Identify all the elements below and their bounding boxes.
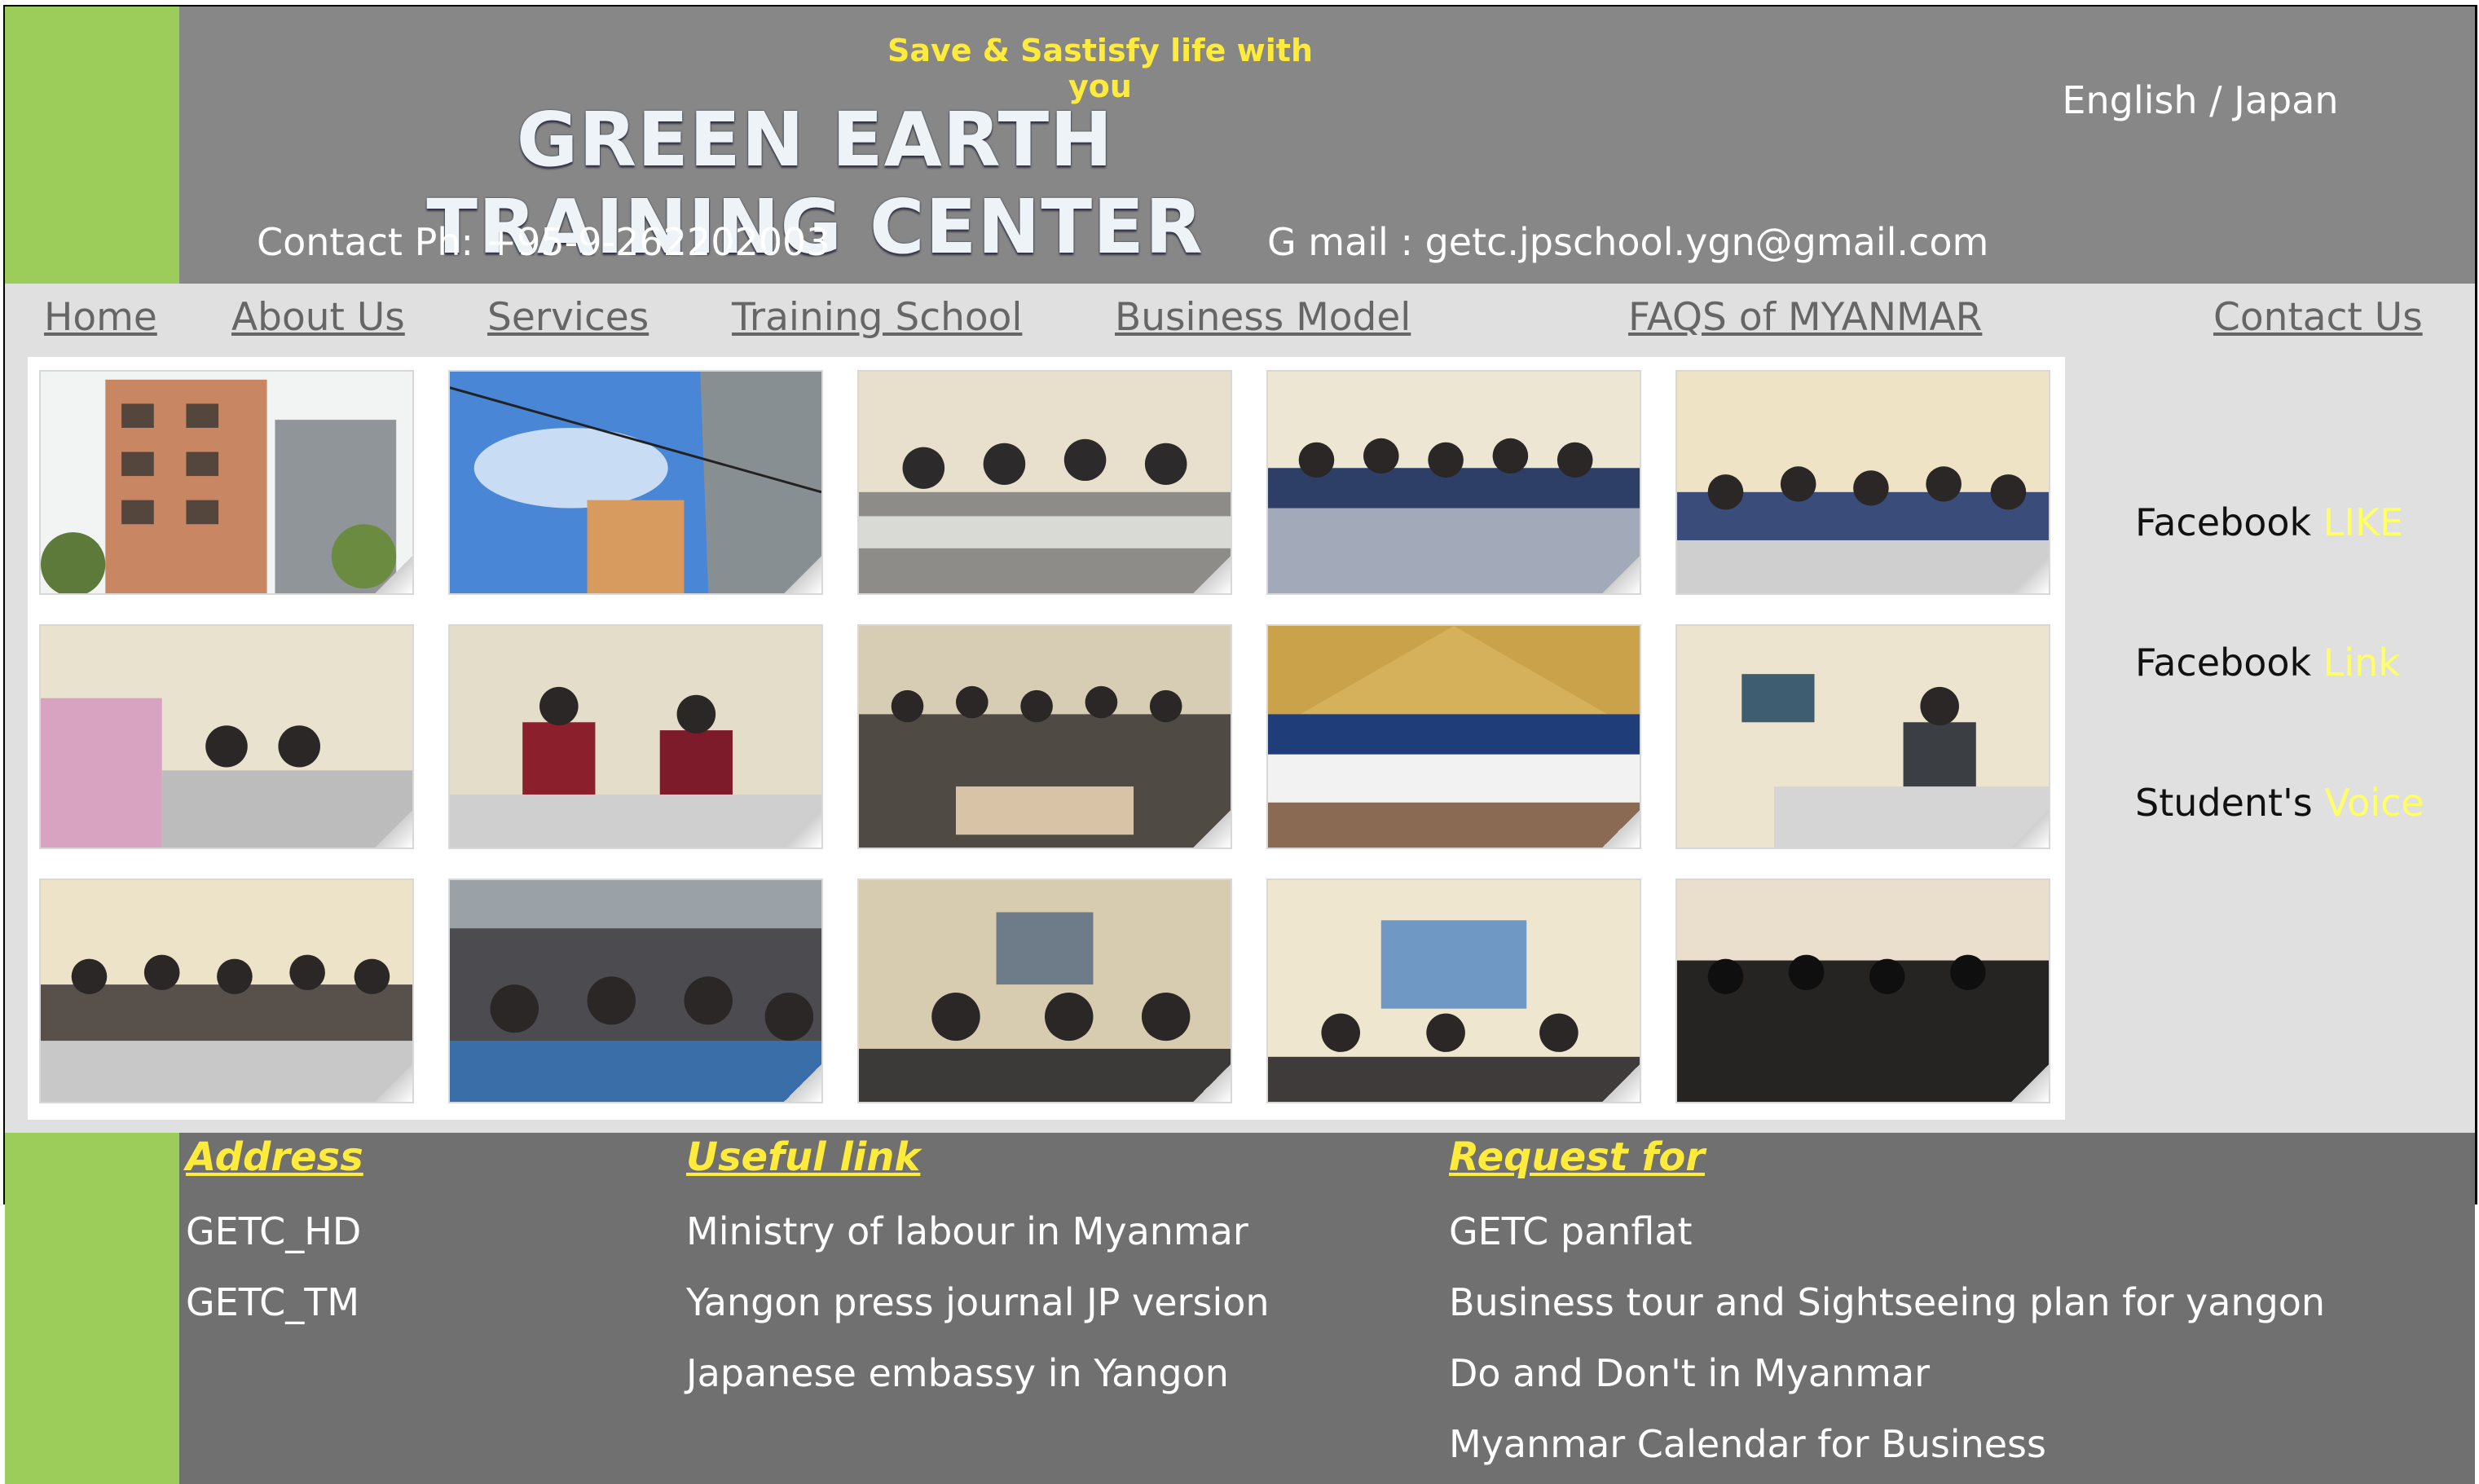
side-link-highlight: Voice bbox=[2324, 781, 2424, 825]
gallery-photo-raised-hands[interactable] bbox=[39, 624, 414, 849]
group-standing-photo bbox=[1268, 372, 1640, 593]
footer-link-do-dont[interactable]: Do and Don't in Myanmar bbox=[1449, 1351, 1930, 1395]
page-curl bbox=[784, 556, 821, 593]
gallery-photo-cheering[interactable] bbox=[857, 624, 1232, 849]
page-curl bbox=[375, 1064, 412, 1102]
footer-link-getc-tm[interactable]: GETC_TM bbox=[186, 1280, 359, 1324]
nav-about-us[interactable]: About Us bbox=[231, 295, 405, 340]
bus-trip-photo bbox=[450, 880, 821, 1102]
contact-phone: Contact Ph: +95-9-262202003 bbox=[257, 220, 830, 264]
gallery-photo-teaching[interactable] bbox=[1675, 624, 2050, 849]
gallery-photo-map-room[interactable] bbox=[1266, 879, 1641, 1103]
side-link-text: Facebook bbox=[2135, 500, 2323, 544]
page-curl bbox=[375, 556, 412, 593]
classroom-photo bbox=[859, 372, 1231, 593]
gallery-photo-classroom-3[interactable] bbox=[39, 879, 414, 1103]
tagline: Save & Sastisfy life with you bbox=[887, 33, 1314, 104]
nav-business-model[interactable]: Business Model bbox=[1115, 295, 1411, 340]
raised-hands-photo bbox=[41, 626, 412, 848]
page-curl bbox=[784, 1064, 821, 1102]
page-curl bbox=[1602, 1064, 1640, 1102]
contact-email: G mail : getc.jpschool.ygn@gmail.com bbox=[1267, 220, 1989, 264]
pagoda-group-photo bbox=[1268, 626, 1640, 848]
footer-link-ministry-labour[interactable]: Ministry of labour in Myanmar bbox=[686, 1209, 1248, 1253]
nav-faqs-myanmar[interactable]: FAQS of MYANMAR bbox=[1628, 295, 1982, 340]
side-link-text: Facebook bbox=[2135, 641, 2323, 685]
footer-link-myanmar-calendar[interactable]: Myanmar Calendar for Business bbox=[1449, 1422, 2046, 1466]
nav-training-school[interactable]: Training School bbox=[732, 295, 1022, 340]
page-curl bbox=[1193, 810, 1231, 848]
footer-link-getc-panflat[interactable]: GETC panflat bbox=[1449, 1209, 1693, 1253]
footer-heading-request-for: Request for bbox=[1449, 1134, 1705, 1180]
lecture-photo bbox=[859, 880, 1231, 1102]
teaching-photo bbox=[1677, 626, 2049, 848]
nav-services[interactable]: Services bbox=[487, 295, 649, 340]
nav-contact-us[interactable]: Contact Us bbox=[2213, 295, 2423, 340]
side-link-text: Student's bbox=[2135, 781, 2325, 825]
footer-link-business-tour[interactable]: Business tour and Sightseeing plan for y… bbox=[1449, 1280, 2325, 1324]
map-room-photo bbox=[1268, 880, 1640, 1102]
gallery-photo-bus[interactable] bbox=[448, 879, 823, 1103]
gallery-photo-sky[interactable] bbox=[448, 370, 823, 595]
footer-link-getc-hd[interactable]: GETC_HD bbox=[186, 1209, 361, 1253]
language-switch[interactable]: English / Japan bbox=[1956, 78, 2445, 122]
sky-building-photo bbox=[450, 372, 821, 593]
gallery-photo-students-talking[interactable] bbox=[448, 624, 823, 849]
facebook-like-link[interactable]: Facebook LIKE bbox=[2135, 500, 2403, 544]
photo-gallery bbox=[28, 357, 2065, 1120]
page-curl bbox=[2011, 1064, 2049, 1102]
gallery-photo-pagoda[interactable] bbox=[1266, 624, 1641, 849]
classroom-photo bbox=[1677, 372, 2049, 593]
green-sidebar-bottom bbox=[5, 1133, 179, 1484]
page-curl bbox=[2011, 556, 2049, 593]
green-sidebar-top bbox=[5, 7, 179, 284]
footer-link-yangon-press[interactable]: Yangon press journal JP version bbox=[686, 1280, 1270, 1324]
classroom-photo bbox=[41, 880, 412, 1102]
page-curl bbox=[375, 810, 412, 848]
page-curl bbox=[1602, 556, 1640, 593]
gallery-photo-group-standing[interactable] bbox=[1266, 370, 1641, 595]
page-curl bbox=[1193, 1064, 1231, 1102]
page-curl bbox=[1602, 810, 1640, 848]
gallery-photo-classroom-1[interactable] bbox=[857, 370, 1232, 595]
facebook-link[interactable]: Facebook Link bbox=[2135, 641, 2400, 685]
page-curl bbox=[1193, 556, 1231, 593]
page-curl bbox=[784, 810, 821, 848]
footer-link-japanese-embassy[interactable]: Japanese embassy in Yangon bbox=[686, 1351, 1229, 1395]
footer-heading-useful-link: Useful link bbox=[686, 1134, 921, 1180]
students-talking-photo bbox=[450, 626, 821, 848]
page-curl bbox=[2011, 810, 2049, 848]
side-link-highlight: LIKE bbox=[2323, 500, 2404, 544]
side-link-highlight: Link bbox=[2323, 641, 2400, 685]
gallery-photo-building[interactable] bbox=[39, 370, 414, 595]
gallery-photo-hall[interactable] bbox=[1675, 879, 2050, 1103]
gallery-photo-lecture[interactable] bbox=[857, 879, 1232, 1103]
footer-heading-address: Address bbox=[186, 1134, 363, 1180]
gallery-photo-classroom-2[interactable] bbox=[1675, 370, 2050, 595]
building-photo bbox=[41, 372, 412, 593]
cheering-photo bbox=[859, 626, 1231, 848]
students-voice-link[interactable]: Student's Voice bbox=[2135, 781, 2424, 825]
nav-home[interactable]: Home bbox=[44, 295, 157, 340]
hall-photo bbox=[1677, 880, 2049, 1102]
